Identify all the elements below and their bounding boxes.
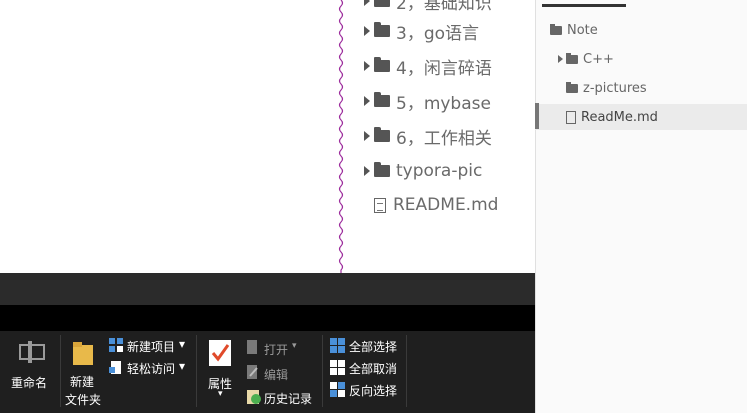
new-item-button[interactable]: 新建项目 (127, 338, 175, 355)
active-item-marker (535, 103, 539, 129)
dropdown-arrow-icon[interactable]: ▾ (292, 341, 297, 351)
tree-item-folder[interactable]: typora-pic (364, 156, 482, 186)
open-button[interactable]: 打开 (264, 341, 288, 358)
edit-button[interactable]: 编辑 (264, 366, 288, 383)
ribbon-divider (196, 335, 197, 407)
expand-arrow-icon[interactable] (364, 61, 370, 71)
tab-bar (0, 305, 535, 331)
expand-arrow-icon[interactable] (364, 26, 370, 36)
select-none-icon (330, 360, 345, 375)
file-icon (374, 197, 386, 213)
folder-icon (374, 162, 390, 177)
dropdown-arrow-icon[interactable]: ▾ (218, 389, 223, 399)
ribbon-divider (60, 335, 61, 407)
easy-access-button[interactable]: 轻松访问 (127, 360, 175, 377)
folder-icon (566, 81, 578, 93)
sidebar-item-label: Note (567, 22, 598, 38)
tree-item-folder[interactable]: 2，基础知识 (364, 0, 492, 16)
tree-item-folder[interactable]: 3，go语言 (364, 16, 479, 46)
sidebar-item-readme[interactable]: ReadMe.md (535, 104, 747, 130)
folder-icon (374, 92, 390, 107)
explorer-ribbon: 重命名 新建 文件夹 新建项目 ▾ 轻松访问 ▾ 属性 ▾ 打开 ▾ 编辑 历史… (0, 331, 535, 413)
folder-icon (374, 22, 390, 37)
select-all-icon (330, 338, 345, 353)
wavy-divider-line (338, 0, 344, 273)
tree-item-label: 3，go语言 (396, 23, 480, 44)
folder-icon (566, 52, 578, 64)
title-bar (0, 273, 535, 305)
sidebar-item-z-pictures[interactable]: z-pictures (535, 75, 747, 101)
sidebar-item-note[interactable]: Note (535, 17, 740, 43)
tree-item-label: 2，基础知识 (396, 0, 492, 14)
sidebar-item-label: ReadMe.md (581, 109, 658, 125)
tree-item-label: typora-pic (396, 161, 483, 181)
invert-selection-icon (330, 382, 345, 397)
tree-item-folder[interactable]: 6，工作相关 (364, 121, 492, 151)
tree-item-label: 6，工作相关 (396, 128, 492, 149)
dropdown-arrow-icon[interactable]: ▾ (179, 337, 185, 351)
rename-button[interactable]: 重命名 (11, 374, 47, 391)
easy-access-icon (109, 361, 121, 374)
new-item-icon (109, 338, 123, 352)
sidebar-tab-indicator (542, 4, 626, 7)
ribbon-divider (322, 335, 323, 407)
invert-selection-button[interactable]: 反向选择 (349, 382, 397, 399)
edit-icon (247, 365, 258, 379)
tree-item-label: README.md (393, 195, 499, 215)
tree-item-label: 5，mybase (396, 93, 491, 114)
open-icon (247, 340, 257, 354)
tree-item-file[interactable]: README.md (360, 190, 498, 220)
folder-icon (374, 0, 390, 7)
history-icon (247, 390, 261, 404)
properties-icon (209, 340, 231, 366)
expand-arrow-icon[interactable] (364, 0, 370, 6)
select-none-button[interactable]: 全部取消 (349, 360, 397, 377)
ribbon-divider (406, 335, 407, 407)
select-all-button[interactable]: 全部选择 (349, 338, 397, 355)
folder-icon (374, 57, 390, 72)
dropdown-arrow-icon[interactable]: ▾ (179, 359, 185, 373)
expand-arrow-icon[interactable] (364, 131, 370, 141)
tree-item-folder[interactable]: 5，mybase (364, 86, 491, 116)
sidebar-item-cpp[interactable]: C++ (535, 46, 747, 72)
expand-arrow-icon[interactable] (364, 166, 370, 176)
folder-icon (550, 23, 562, 35)
file-icon (566, 110, 576, 124)
new-folder-label-2[interactable]: 文件夹 (65, 391, 101, 408)
new-folder-label-1[interactable]: 新建 (70, 373, 94, 390)
sidebar-item-label: z-pictures (583, 80, 647, 96)
history-button[interactable]: 历史记录 (264, 390, 312, 407)
expand-arrow-icon[interactable] (558, 55, 563, 63)
new-folder-icon (73, 342, 93, 365)
tree-item-label: 4，闲言碎语 (396, 58, 492, 79)
folder-icon (374, 127, 390, 142)
sidebar-item-label: C++ (583, 51, 614, 67)
expand-arrow-icon[interactable] (364, 96, 370, 106)
rename-icon (19, 341, 45, 363)
tree-item-folder[interactable]: 4，闲言碎语 (364, 51, 492, 81)
